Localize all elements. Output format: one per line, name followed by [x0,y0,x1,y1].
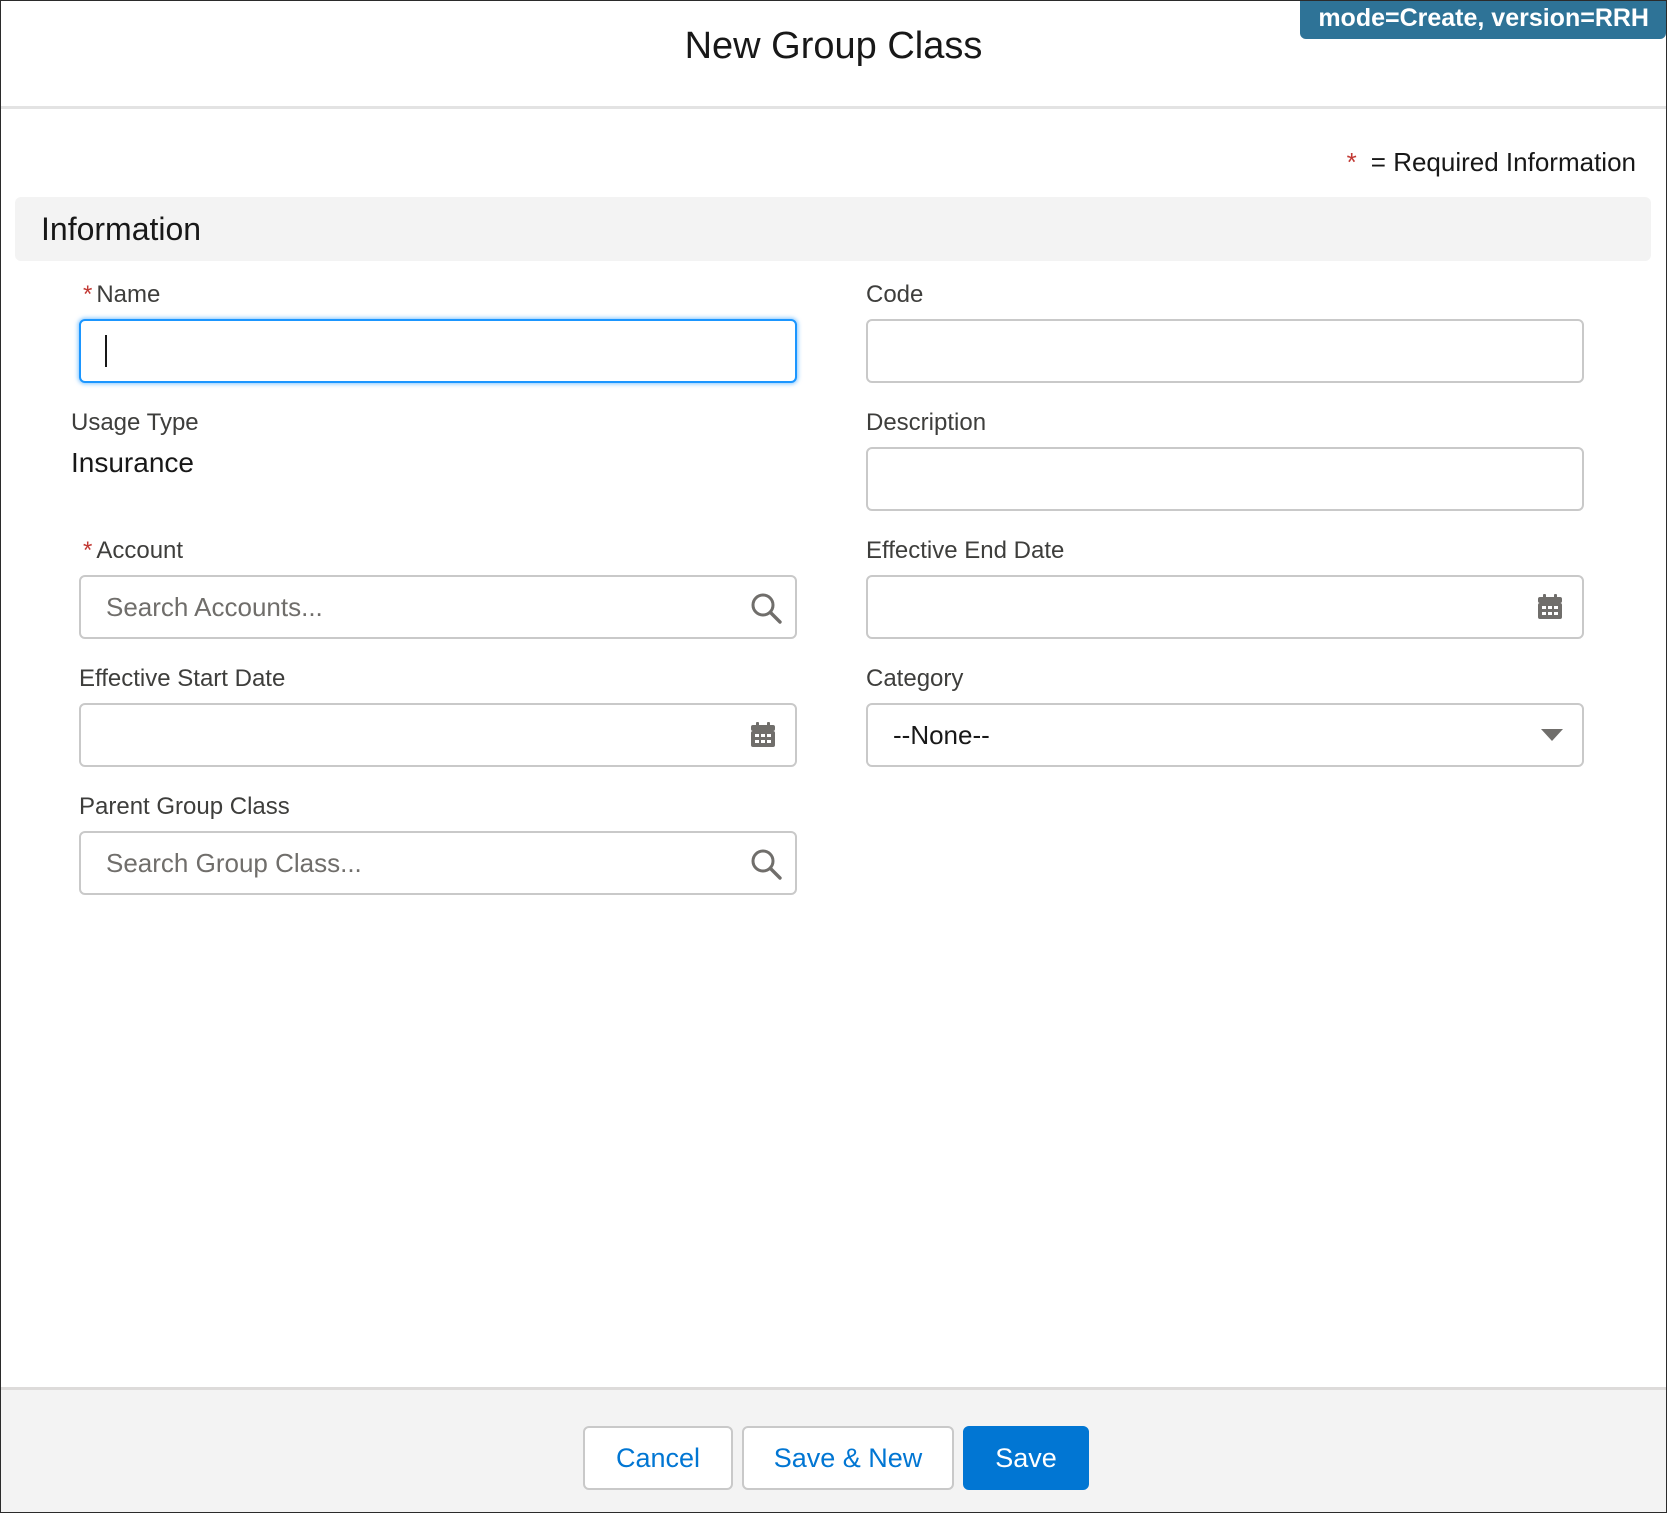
name-input[interactable] [79,319,797,383]
account-label: Account [96,537,184,564]
description-input[interactable] [866,447,1584,511]
required-marker: * [83,281,93,308]
save-button[interactable]: Save [963,1426,1089,1490]
field-effective-end-date: Effective End Date [866,535,1584,639]
effective-end-date-label: Effective End Date [866,537,1065,564]
required-marker: * [83,537,93,564]
name-label-row: * Name [79,279,797,311]
calendar-icon[interactable] [1536,593,1564,621]
category-select[interactable]: --None-- [866,703,1584,767]
cancel-button[interactable]: Cancel [583,1426,733,1490]
chevron-down-icon[interactable] [1540,727,1564,743]
category-label: Category [866,665,964,692]
usage-type-label: Usage Type [71,409,199,436]
parent-group-class-placeholder: Search Group Class... [106,848,362,878]
effective-start-date-input[interactable] [79,703,797,767]
required-star: * [1346,147,1357,177]
field-category: Category --None-- [866,663,1584,767]
field-parent-group-class: Parent Group Class Search Group Class... [79,791,797,895]
field-effective-start-date: Effective Start Date [79,663,797,767]
parent-group-class-label: Parent Group Class [79,793,290,820]
effective-end-date-input[interactable] [866,575,1584,639]
field-account: * Account Search Accounts... [79,535,797,639]
required-legend-text: = Required Information [1370,147,1636,177]
effective-start-date-label: Effective Start Date [79,665,286,692]
required-legend: * = Required Information [1347,147,1636,178]
section-title: Information [41,211,202,247]
code-label: Code [866,281,924,308]
account-lookup-input[interactable]: Search Accounts... [79,575,797,639]
calendar-icon[interactable] [749,721,777,749]
save-and-new-button[interactable]: Save & New [742,1426,954,1490]
name-label: Name [96,281,161,308]
category-selected-value: --None-- [893,720,990,750]
text-caret [105,335,107,367]
usage-type-value: Insurance [71,447,194,478]
field-usage-type: Usage Type Insurance [71,407,789,479]
modal-footer: Cancel Save & New Save [1,1387,1666,1512]
field-description: Description [866,407,1584,511]
modal-header: New Group Class mode=Create, version=RRH [1,1,1666,109]
debug-mode-badge: mode=Create, version=RRH [1300,1,1666,39]
section-header-information[interactable]: Information [15,197,1651,261]
code-input[interactable] [866,319,1584,383]
account-label-row: * Account [79,535,797,567]
field-code: Code [866,279,1584,383]
field-name: * Name [79,279,797,383]
description-label: Description [866,409,987,436]
search-icon[interactable] [749,847,783,881]
parent-group-class-lookup-input[interactable]: Search Group Class... [79,831,797,895]
search-icon[interactable] [749,591,783,625]
new-group-class-modal: New Group Class mode=Create, version=RRH… [0,0,1667,1513]
account-placeholder: Search Accounts... [106,592,323,622]
